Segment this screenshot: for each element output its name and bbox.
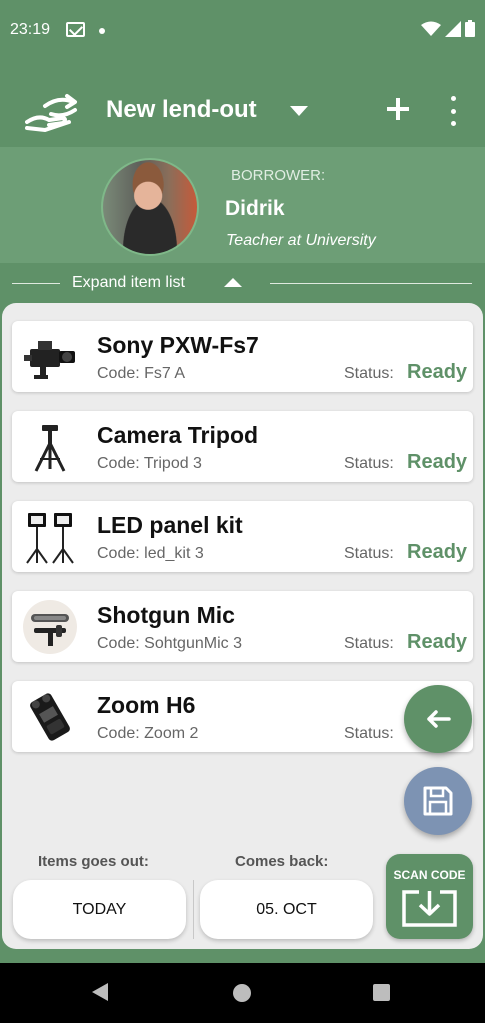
- item-card[interactable]: LED panel kit Code: led_kit 3 Status: Re…: [12, 501, 473, 572]
- borrower-name: Didrik: [225, 197, 285, 220]
- recorder-icon: [30, 693, 70, 741]
- chevron-up-icon: [224, 278, 242, 287]
- page-title[interactable]: New lend-out: [106, 96, 257, 124]
- item-status-label: Status:: [344, 725, 394, 742]
- expand-item-list-toggle[interactable]: Expand item list: [0, 263, 485, 303]
- item-status-label: Status:: [344, 545, 394, 562]
- item-status-label: Status:: [344, 635, 394, 652]
- status-icons: [421, 20, 475, 37]
- avatar: [101, 158, 199, 256]
- item-code: Code: Zoom 2: [97, 725, 199, 742]
- borrower-label: BORROWER:: [231, 167, 326, 184]
- wifi-icon: [421, 21, 441, 36]
- nav-home-icon[interactable]: [233, 984, 251, 1002]
- back-date-label: Comes back:: [235, 853, 329, 870]
- nav-recents-icon[interactable]: [373, 984, 390, 1001]
- nav-back-icon[interactable]: [92, 983, 108, 1001]
- mail-notification-icon: [66, 22, 85, 37]
- system-nav-bar: [0, 963, 485, 1023]
- divider: [193, 880, 194, 939]
- item-status-value: Ready: [407, 631, 468, 653]
- item-name: Shotgun Mic: [97, 602, 235, 628]
- item-name: LED panel kit: [97, 512, 243, 538]
- status-time: 23:19: [10, 21, 51, 38]
- item-name: Zoom H6: [97, 692, 196, 718]
- borrower-role: Teacher at University: [226, 232, 376, 249]
- notification-dot-icon: [99, 28, 105, 34]
- item-status-label: Status:: [344, 365, 394, 382]
- chevron-down-icon[interactable]: [290, 106, 308, 116]
- scan-code-button[interactable]: SCAN CODE: [386, 854, 473, 939]
- item-status-value: Ready: [407, 451, 468, 473]
- borrower-panel[interactable]: BORROWER: Didrik Teacher at University: [0, 147, 485, 263]
- download-tray-icon: [402, 890, 457, 927]
- item-card[interactable]: Camera Tripod Code: Tripod 3 Status: Rea…: [12, 411, 473, 482]
- app-bar: New lend-out: [0, 60, 485, 147]
- plus-icon[interactable]: [384, 96, 412, 124]
- item-status-label: Status:: [344, 455, 394, 472]
- item-status-value: Ready: [407, 361, 468, 383]
- item-code: Code: Tripod 3: [97, 455, 202, 472]
- back-date-button[interactable]: 05. OCT: [200, 880, 373, 939]
- out-date-button[interactable]: TODAY: [13, 880, 186, 939]
- item-status-value: Ready: [407, 541, 468, 563]
- more-vert-icon[interactable]: [446, 96, 460, 126]
- divider: [12, 283, 60, 284]
- save-fab-button[interactable]: [404, 767, 472, 835]
- item-code: Code: SohtgunMic 3: [97, 635, 242, 652]
- lend-hand-icon[interactable]: [25, 92, 80, 132]
- item-code: Code: led_kit 3: [97, 545, 204, 562]
- signal-icon: [445, 20, 461, 37]
- item-code: Code: Fs7 A: [97, 365, 186, 382]
- save-icon: [423, 786, 453, 816]
- arrow-left-icon: [427, 710, 451, 728]
- status-bar: 23:19: [0, 0, 485, 60]
- item-name: Sony PXW-Fs7: [97, 332, 259, 358]
- led-panel-icon: [26, 513, 74, 564]
- camera-icon: [24, 341, 75, 379]
- back-fab-button[interactable]: [404, 685, 472, 753]
- item-card[interactable]: Sony PXW-Fs7 Code: Fs7 A Status: Ready: [12, 321, 473, 392]
- scan-code-label: SCAN CODE: [393, 868, 466, 882]
- tripod-icon: [34, 425, 66, 472]
- battery-icon: [465, 20, 475, 37]
- divider: [270, 283, 472, 284]
- out-date-label: Items goes out:: [38, 853, 149, 870]
- item-name: Camera Tripod: [97, 422, 259, 448]
- expand-label: Expand item list: [72, 274, 185, 291]
- microphone-icon: [23, 600, 77, 654]
- item-card[interactable]: Shotgun Mic Code: SohtgunMic 3 Status: R…: [12, 591, 473, 662]
